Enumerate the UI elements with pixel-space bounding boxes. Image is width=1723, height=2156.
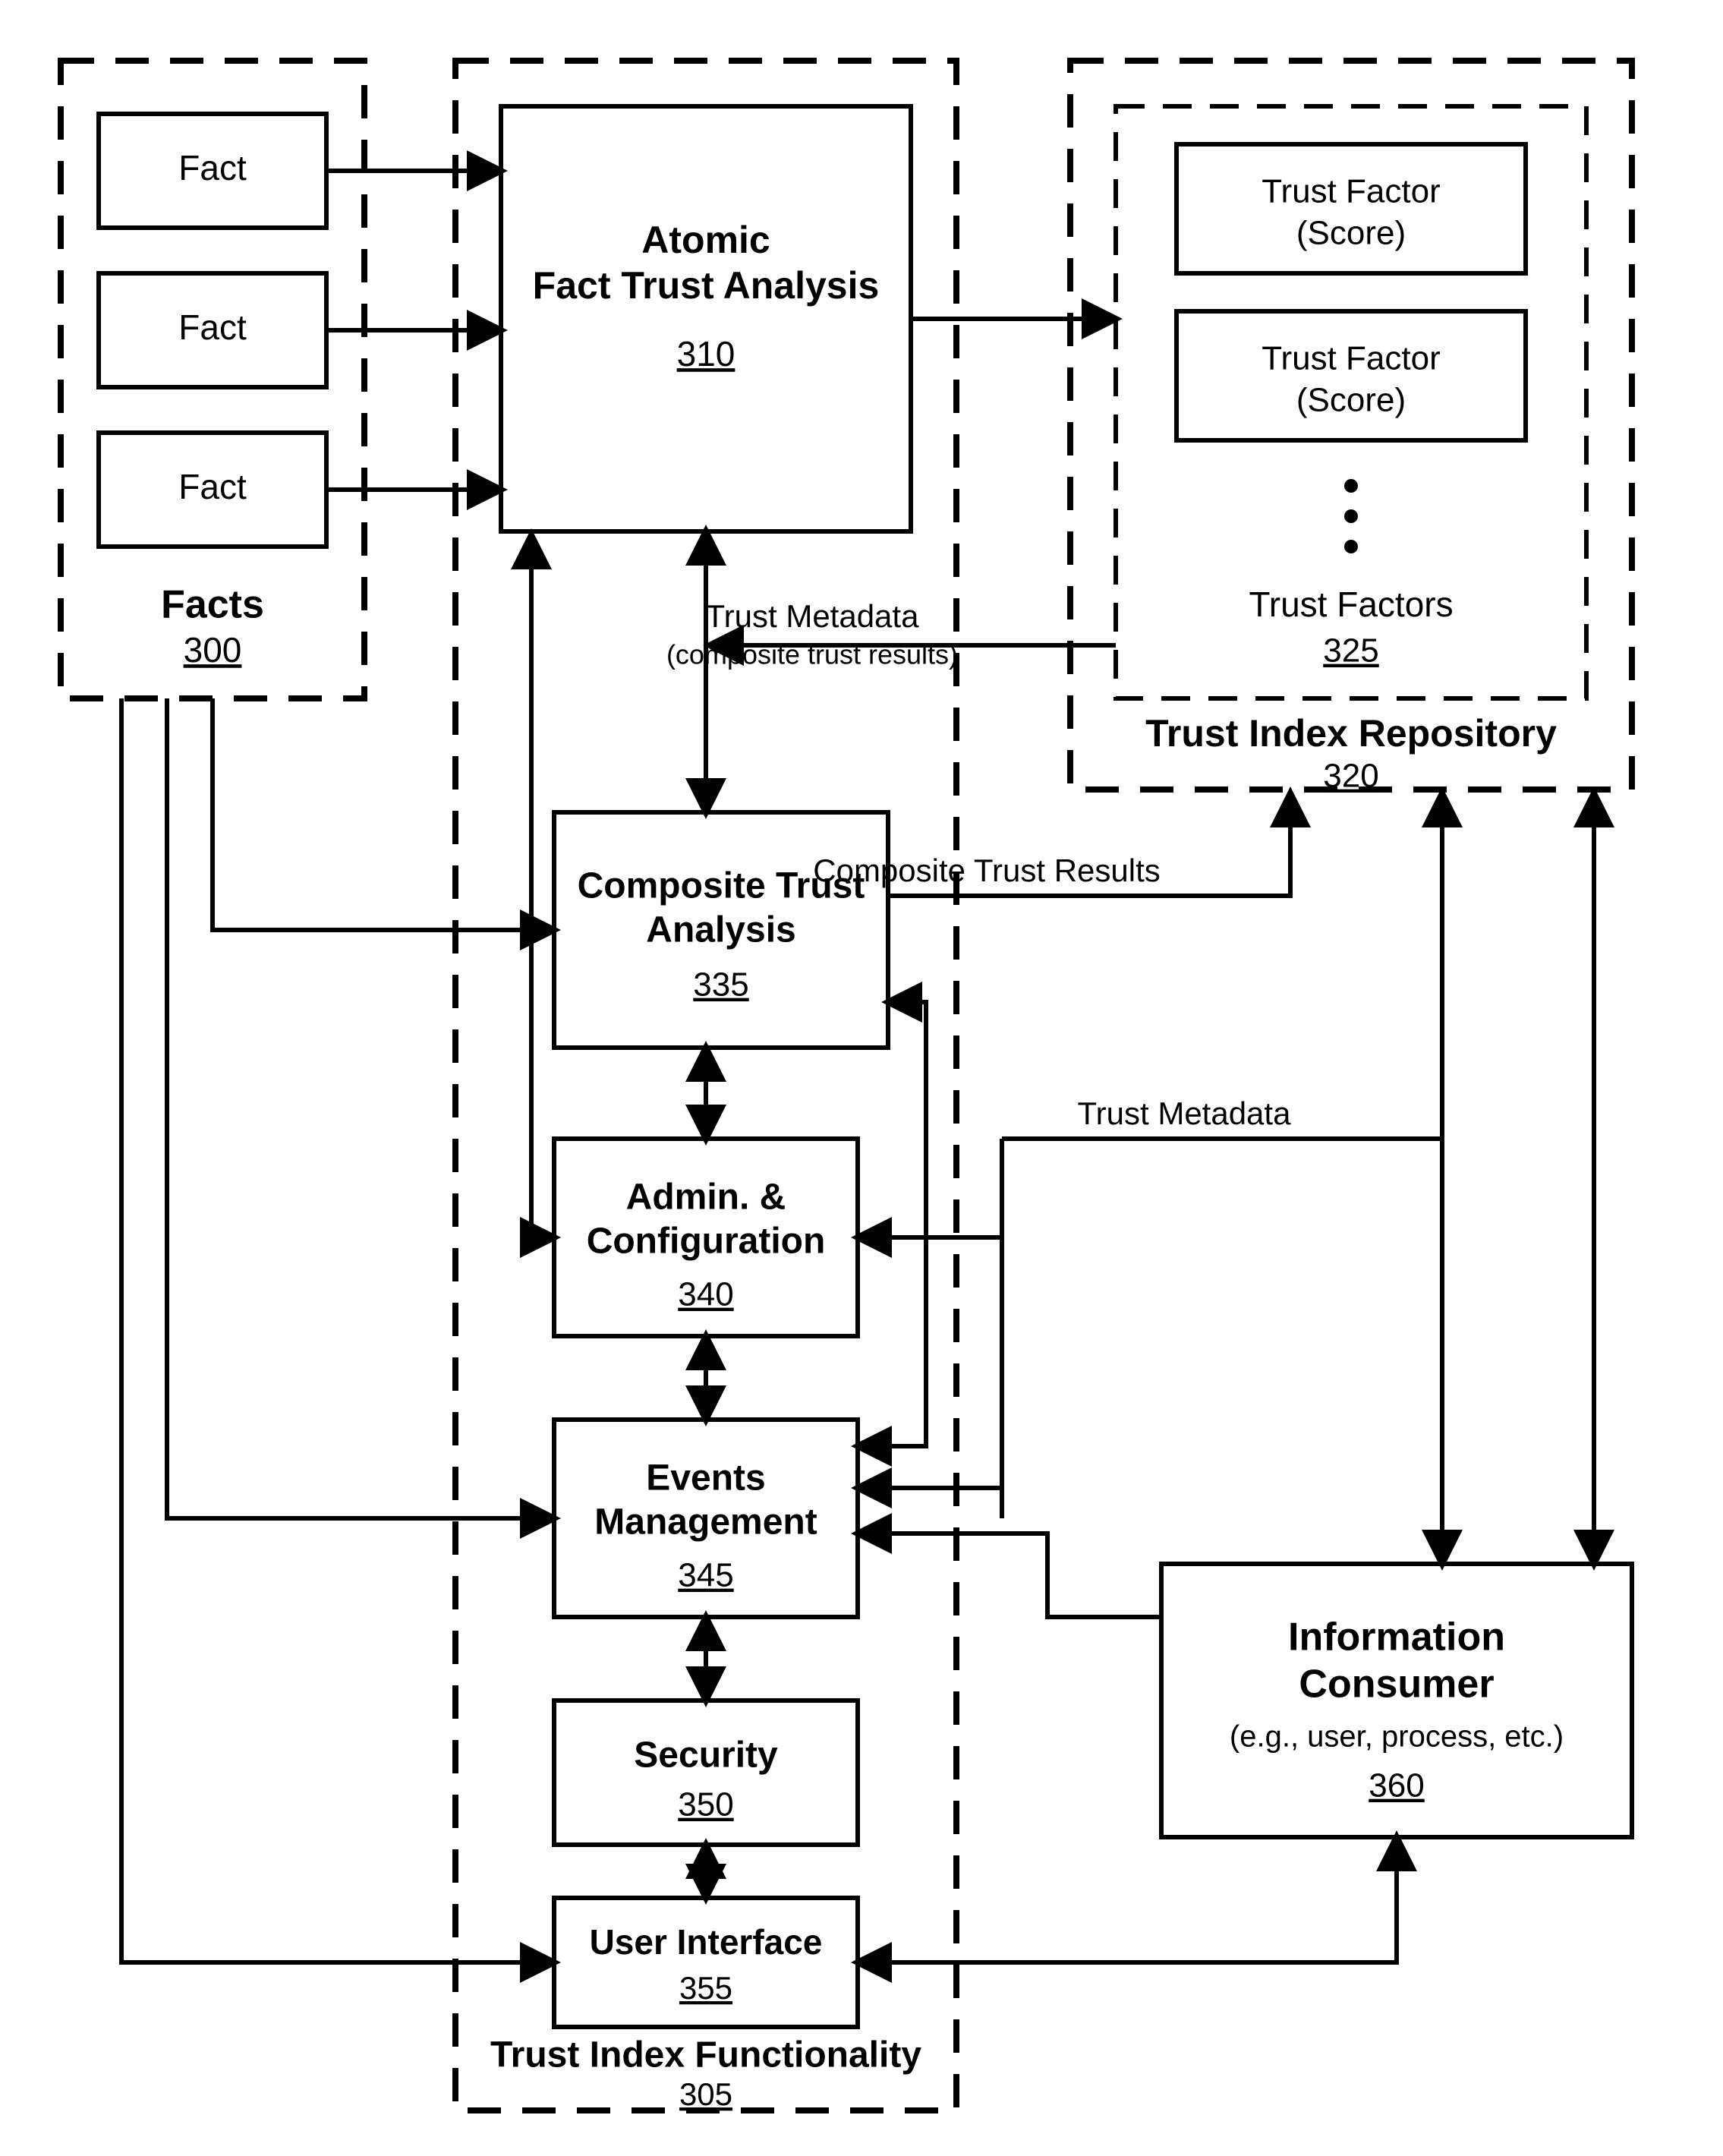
ui-box [554, 1898, 858, 2027]
edge-facts-to-ui [121, 698, 554, 1962]
edge-ui-consumer [858, 1837, 1397, 1962]
functionality-label: Trust Index Functionality [490, 2035, 921, 2076]
ellipsis-dot [1344, 509, 1358, 523]
repository-ref: 320 [1323, 758, 1378, 795]
consumer-sub: (e.g., user, process, etc.) [1230, 1720, 1564, 1754]
consumer-l1: Information [1288, 1615, 1505, 1660]
edge-label-composite-results: Composite Trust Results [813, 853, 1161, 888]
facts-group-ref: 300 [184, 630, 242, 670]
ui-label: User Interface [590, 1922, 823, 1962]
edge-label-trust-metadata: Trust Metadata [706, 598, 920, 634]
admin-l2: Configuration [587, 1221, 826, 1262]
edge-atomic-admin-bidir [531, 535, 554, 1237]
consumer-l2: Consumer [1299, 1663, 1494, 1707]
events-ref: 345 [678, 1557, 733, 1594]
ui-ref: 355 [679, 1970, 732, 2006]
edge-atomic-to-admin [531, 531, 554, 1237]
composite-l2: Analysis [646, 910, 795, 950]
edge-facts-to-composite [213, 698, 554, 930]
atomic-analysis-box [501, 106, 911, 531]
trust-factors-label: Trust Factors [1249, 585, 1453, 624]
diagram-canvas: Fact Fact Fact Facts 300 Atomic Fact Tru… [0, 0, 1723, 2156]
security-label: Security [634, 1735, 778, 1776]
composite-ref: 335 [693, 966, 748, 1004]
edge-consumer-to-events [858, 1533, 1161, 1617]
ellipsis-dot [1344, 479, 1358, 493]
edge-composite-events [858, 1002, 926, 1446]
trust-factors-ref: 325 [1323, 632, 1378, 670]
fact-label: Fact [178, 307, 247, 347]
edge-facts-to-events [167, 698, 554, 1518]
fact-label: Fact [178, 467, 247, 506]
fact-label: Fact [178, 148, 247, 188]
ellipsis-dot [1344, 540, 1358, 553]
admin-l1: Admin. & [626, 1177, 786, 1218]
events-l2: Management [594, 1502, 817, 1543]
trust-factor-l1: Trust Factor [1262, 340, 1441, 377]
atomic-l2: Fact Trust Analysis [533, 264, 880, 307]
trust-factor-l2: (Score) [1296, 382, 1406, 419]
trust-factor-l1: Trust Factor [1262, 173, 1441, 210]
admin-ref: 340 [678, 1276, 733, 1313]
atomic-l1: Atomic [641, 219, 770, 261]
edge-label-trust-metadata-2: Trust Metadata [1078, 1095, 1292, 1131]
edge-bus-down [1002, 793, 1442, 1139]
edge-label-composite-sub: (composite trust results) [666, 639, 958, 670]
events-l1: Events [646, 1458, 765, 1499]
facts-group-label: Facts [161, 583, 264, 627]
security-ref: 350 [678, 1786, 733, 1823]
functionality-ref: 305 [679, 2076, 732, 2112]
consumer-ref: 360 [1369, 1767, 1424, 1805]
atomic-ref: 310 [677, 334, 736, 374]
trust-factor-l2: (Score) [1296, 215, 1406, 252]
repository-label: Trust Index Repository [1145, 712, 1557, 755]
